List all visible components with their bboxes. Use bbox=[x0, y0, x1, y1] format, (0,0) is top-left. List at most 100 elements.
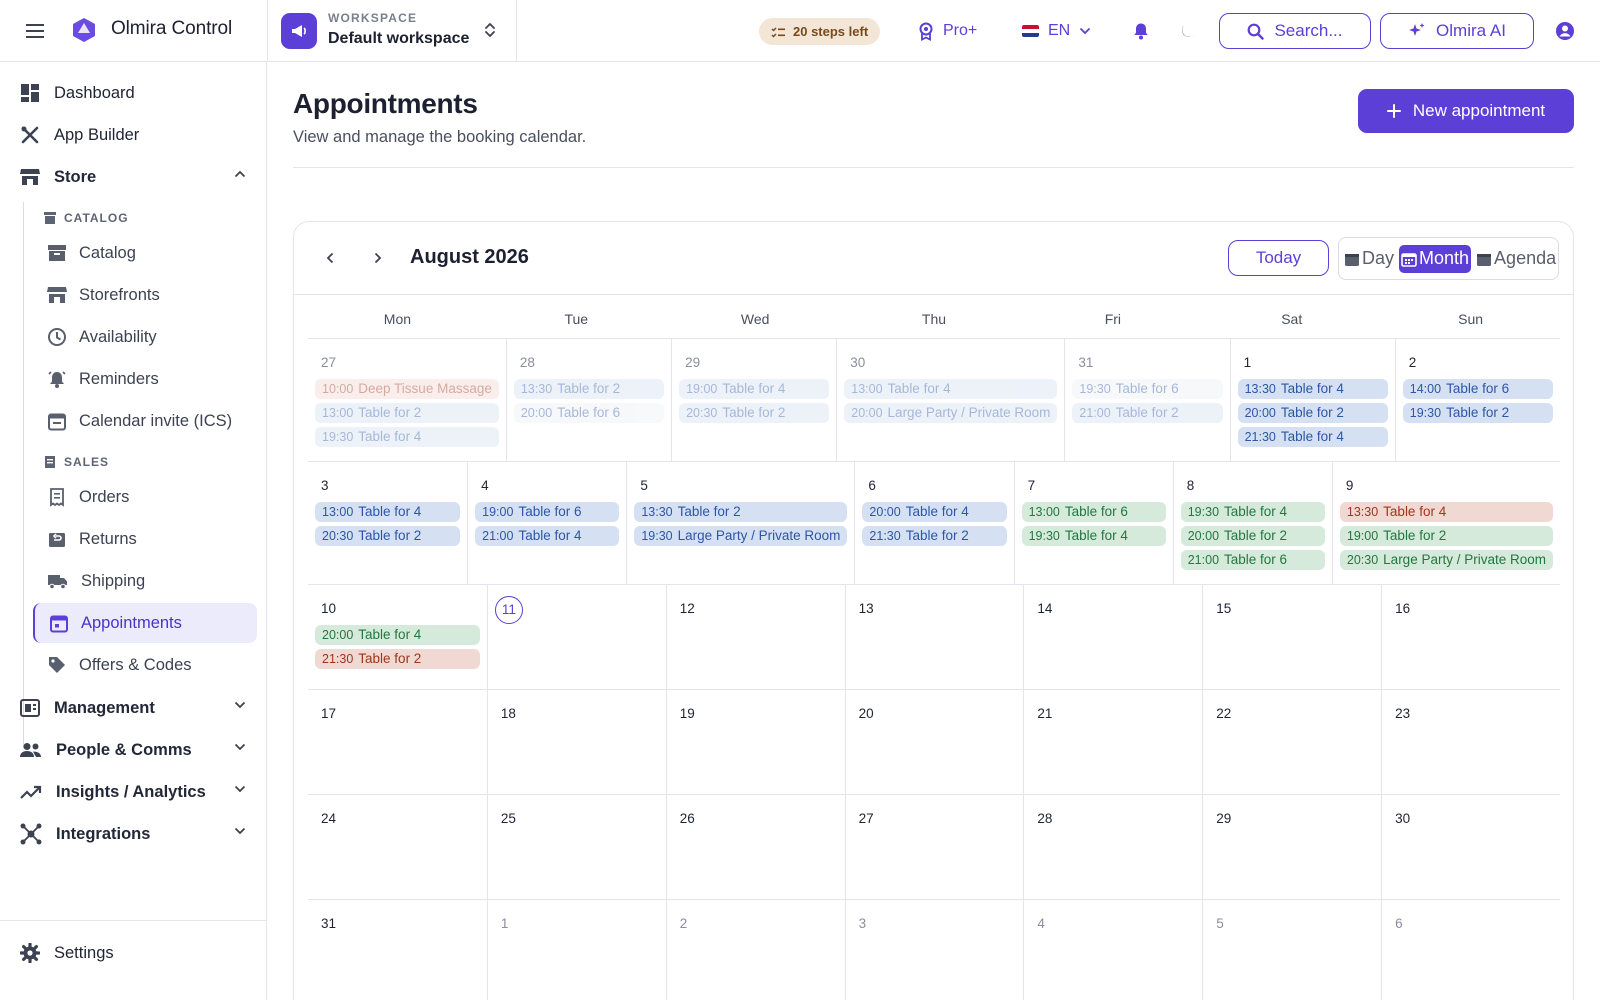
appointment-chip[interactable]: 19:00 Table for 6 bbox=[475, 502, 620, 522]
sidebar-group-insights[interactable]: Insights / Analytics bbox=[20, 775, 250, 809]
appointment-chip[interactable]: 13:30 Table for 4 bbox=[1339, 502, 1553, 522]
day-cell[interactable]: 27 bbox=[844, 795, 1024, 899]
day-cell[interactable]: 14 bbox=[1023, 585, 1202, 689]
sidebar-item-orders[interactable]: Orders bbox=[45, 477, 257, 517]
previous-month-button[interactable] bbox=[318, 246, 342, 270]
bell-icon[interactable] bbox=[1129, 19, 1153, 43]
appointment-chip[interactable]: 19:30 Large Party / Private Room bbox=[634, 526, 848, 546]
appointment-chip[interactable]: 21:00 Table for 6 bbox=[1180, 550, 1325, 570]
day-cell[interactable]: 3 13:00 Table for 4 20:30 Table for 2 bbox=[308, 462, 467, 584]
appointment-chip[interactable]: 19:30 Table for 6 bbox=[1072, 379, 1223, 399]
appointment-chip[interactable]: 21:30 Table for 2 bbox=[315, 649, 480, 669]
day-cell[interactable]: 7 13:00 Table for 6 19:30 Table for 4 bbox=[1013, 462, 1173, 584]
day-cell[interactable]: 29 19:00 Table for 4 20:30 Table for 2 bbox=[671, 339, 836, 461]
day-cell[interactable]: 31 bbox=[308, 900, 487, 1000]
new-appointment-button[interactable]: New appointment bbox=[1358, 89, 1574, 133]
appointment-chip[interactable]: 13:30 Table for 2 bbox=[634, 502, 848, 522]
appointment-chip[interactable]: 13:00 Table for 4 bbox=[844, 379, 1058, 399]
day-cell[interactable]: 5 bbox=[1202, 900, 1381, 1000]
menu-icon[interactable] bbox=[24, 20, 46, 42]
appointment-chip[interactable]: 13:00 Table for 2 bbox=[315, 403, 499, 423]
day-cell[interactable]: 1 bbox=[486, 900, 666, 1000]
day-cell[interactable]: 6 20:00 Table for 4 21:30 Table for 2 bbox=[854, 462, 1013, 584]
sidebar-group-people[interactable]: People & Comms bbox=[20, 733, 250, 767]
sidebar-group-store[interactable]: Store bbox=[20, 160, 250, 194]
day-cell[interactable]: 10 20:00 Table for 4 21:30 Table for 2 bbox=[308, 585, 487, 689]
search-button[interactable]: Search... bbox=[1219, 13, 1371, 49]
appointment-chip[interactable]: 21:30 Table for 2 bbox=[862, 526, 1007, 546]
appointment-chip[interactable]: 19:30 Table for 2 bbox=[1402, 403, 1553, 423]
view-option-day[interactable]: Day bbox=[1342, 245, 1396, 273]
appointment-chip[interactable]: 19:30 Table for 4 bbox=[1180, 502, 1325, 522]
sidebar-item-returns[interactable]: Returns bbox=[45, 519, 257, 559]
appointment-chip[interactable]: 13:30 Table for 4 bbox=[1237, 379, 1388, 399]
appointment-chip[interactable]: 20:30 Table for 2 bbox=[315, 526, 461, 546]
sidebar-item-availability[interactable]: Availability bbox=[45, 317, 257, 357]
workspace-megaphone-icon[interactable] bbox=[281, 13, 317, 49]
day-cell[interactable]: 1 13:30 Table for 4 20:00 Table for 2 21:30 Ta… bbox=[1229, 339, 1395, 461]
day-cell[interactable]: 4 19:00 Table for 6 21:00 Table for 4 bbox=[467, 462, 626, 584]
appointment-chip[interactable]: 20:00 Table for 4 bbox=[862, 502, 1007, 522]
day-cell[interactable]: 28 bbox=[1023, 795, 1202, 899]
today-button[interactable]: Today bbox=[1228, 240, 1329, 276]
day-cell[interactable]: 6 bbox=[1381, 900, 1560, 1000]
appointment-chip[interactable]: 19:30 Table for 4 bbox=[1021, 526, 1166, 546]
appointment-chip[interactable]: 21:30 Table for 4 bbox=[1237, 427, 1388, 447]
appointment-chip[interactable]: 20:00 Table for 2 bbox=[1237, 403, 1388, 423]
appointment-chip[interactable]: 20:30 Table for 2 bbox=[679, 403, 830, 423]
day-cell[interactable]: 20 bbox=[844, 690, 1024, 794]
appointment-chip[interactable]: 13:30 Table for 2 bbox=[513, 379, 665, 399]
account-icon[interactable] bbox=[1553, 19, 1577, 43]
dark-mode-moon-icon[interactable] bbox=[1176, 19, 1200, 43]
sidebar-item-dashboard[interactable]: Dashboard bbox=[20, 76, 135, 110]
day-cell[interactable]: 2 14:00 Table for 6 19:30 Table for 2 bbox=[1394, 339, 1560, 461]
plan-badge[interactable]: Pro+ bbox=[918, 19, 977, 43]
sidebar-item-settings[interactable]: Settings bbox=[20, 936, 114, 970]
day-cell[interactable]: 27 10:00 Deep Tissue Massage 13:00 Table for… bbox=[308, 339, 506, 461]
next-month-button[interactable] bbox=[366, 246, 390, 270]
sidebar-group-management[interactable]: Management bbox=[20, 691, 250, 725]
day-cell[interactable]: 21 bbox=[1023, 690, 1202, 794]
view-option-agenda[interactable]: Agenda bbox=[1474, 245, 1558, 273]
day-cell[interactable]: 9 13:30 Table for 4 19:00 Table for 2 20:30 La… bbox=[1331, 462, 1560, 584]
appointment-chip[interactable]: 10:00 Deep Tissue Massage bbox=[315, 379, 499, 399]
day-cell[interactable]: 28 13:30 Table for 2 20:00 Table for 6 bbox=[505, 339, 671, 461]
day-cell[interactable]: 22 bbox=[1202, 690, 1381, 794]
sidebar-group-integrations[interactable]: Integrations bbox=[20, 817, 250, 851]
day-cell[interactable]: 13 bbox=[844, 585, 1024, 689]
day-cell[interactable]: 2 bbox=[665, 900, 845, 1000]
sidebar-item-appointments[interactable]: Appointments bbox=[33, 603, 257, 643]
appointment-chip[interactable]: 19:00 Table for 4 bbox=[679, 379, 830, 399]
day-cell[interactable]: 4 bbox=[1023, 900, 1202, 1000]
steps-left-badge[interactable]: 20 steps left bbox=[759, 18, 881, 45]
appointment-chip[interactable]: 21:00 Table for 4 bbox=[475, 526, 620, 546]
day-cell[interactable]: 12 bbox=[665, 585, 845, 689]
day-cell[interactable]: 31 19:30 Table for 6 21:00 Table for 2 bbox=[1064, 339, 1229, 461]
sidebar-item-storefronts[interactable]: Storefronts bbox=[45, 275, 257, 315]
sidebar-item-calendar-invite[interactable]: Calendar invite (ICS) bbox=[45, 401, 257, 441]
day-cell[interactable]: 11 bbox=[486, 585, 666, 689]
appointment-chip[interactable]: 20:00 Large Party / Private Room bbox=[844, 403, 1058, 423]
workspace-name[interactable]: Default workspace bbox=[328, 30, 469, 48]
appointment-chip[interactable]: 13:00 Table for 6 bbox=[1021, 502, 1166, 522]
sidebar-item-reminders[interactable]: Reminders bbox=[45, 359, 257, 399]
day-cell[interactable]: 3 bbox=[844, 900, 1024, 1000]
appointment-chip[interactable]: 20:00 Table for 6 bbox=[513, 403, 665, 423]
sidebar-item-shipping[interactable]: Shipping bbox=[45, 561, 257, 601]
appointment-chip[interactable]: 20:00 Table for 4 bbox=[315, 625, 480, 645]
appointment-chip[interactable]: 13:00 Table for 4 bbox=[315, 502, 461, 522]
day-cell[interactable]: 26 bbox=[665, 795, 845, 899]
sidebar-item-catalog[interactable]: Catalog bbox=[45, 233, 257, 273]
day-cell[interactable]: 30 bbox=[1381, 795, 1560, 899]
day-cell[interactable]: 25 bbox=[486, 795, 666, 899]
ai-assistant-button[interactable]: Olmira AI bbox=[1380, 13, 1534, 49]
day-cell[interactable]: 8 19:30 Table for 4 20:00 Table for 2 21:00 Ta… bbox=[1172, 462, 1332, 584]
day-cell[interactable]: 16 bbox=[1381, 585, 1560, 689]
day-cell[interactable]: 24 bbox=[308, 795, 487, 899]
day-cell[interactable]: 15 bbox=[1202, 585, 1381, 689]
appointment-chip[interactable]: 20:30 Large Party / Private Room bbox=[1339, 550, 1553, 570]
appointment-chip[interactable]: 14:00 Table for 6 bbox=[1402, 379, 1553, 399]
sidebar-item-offers[interactable]: Offers & Codes bbox=[45, 645, 257, 685]
appointment-chip[interactable]: 21:00 Table for 2 bbox=[1072, 403, 1223, 423]
day-cell[interactable]: 23 bbox=[1381, 690, 1560, 794]
